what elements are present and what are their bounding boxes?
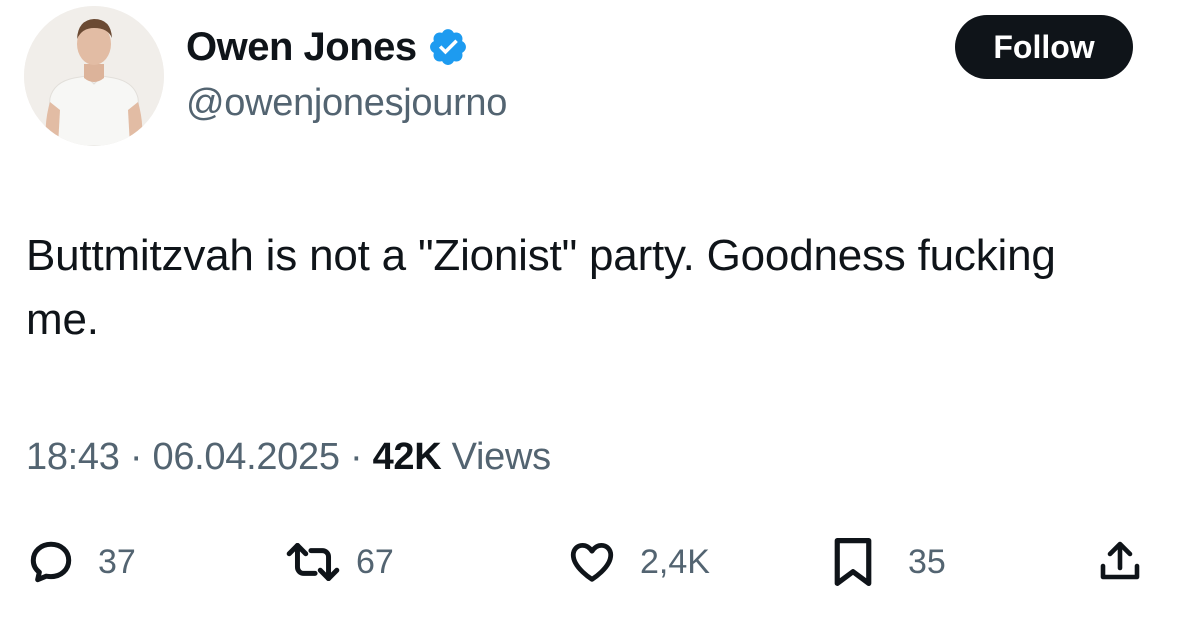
bookmark-button[interactable]: 35 <box>830 532 946 592</box>
tweet-card: Owen Jones @owenjonesjourno Follow Buttm… <box>0 0 1180 641</box>
meta-separator: · <box>129 436 143 478</box>
bookmark-icon <box>830 535 876 589</box>
like-count: 2,4K <box>640 542 710 581</box>
views-count: 42K <box>372 436 442 478</box>
heart-icon <box>566 537 618 587</box>
author-handle[interactable]: @owenjonesjourno <box>186 82 507 125</box>
like-button[interactable]: 2,4K <box>566 532 710 592</box>
repost-button[interactable]: 67 <box>284 532 394 592</box>
tweet-text: Buttmitzvah is not a "Zionist" party. Go… <box>26 231 1056 344</box>
tweet-date[interactable]: 06.04.2025 <box>152 436 339 478</box>
reply-count: 37 <box>98 542 136 581</box>
share-button[interactable] <box>1096 532 1144 592</box>
author-display-name[interactable]: Owen Jones <box>186 25 417 70</box>
views-label: Views <box>451 436 551 478</box>
reply-icon <box>26 537 76 587</box>
reply-button[interactable]: 37 <box>26 532 136 592</box>
share-icon <box>1096 537 1144 587</box>
tweet-meta: 18:43 · 06.04.2025 · 42K Views <box>26 436 551 479</box>
avatar-photo <box>24 6 164 146</box>
bookmark-count: 35 <box>908 542 946 581</box>
tweet-actions-bar: 37 67 2,4K 35 <box>0 532 1180 592</box>
repost-icon <box>284 537 342 587</box>
repost-count: 67 <box>356 542 394 581</box>
verified-badge-icon[interactable] <box>427 26 469 68</box>
meta-separator: · <box>349 436 363 478</box>
tweet-time[interactable]: 18:43 <box>26 436 120 478</box>
author-avatar[interactable] <box>24 6 164 146</box>
follow-button[interactable]: Follow <box>955 15 1133 79</box>
author-name-row: Owen Jones <box>186 22 469 72</box>
